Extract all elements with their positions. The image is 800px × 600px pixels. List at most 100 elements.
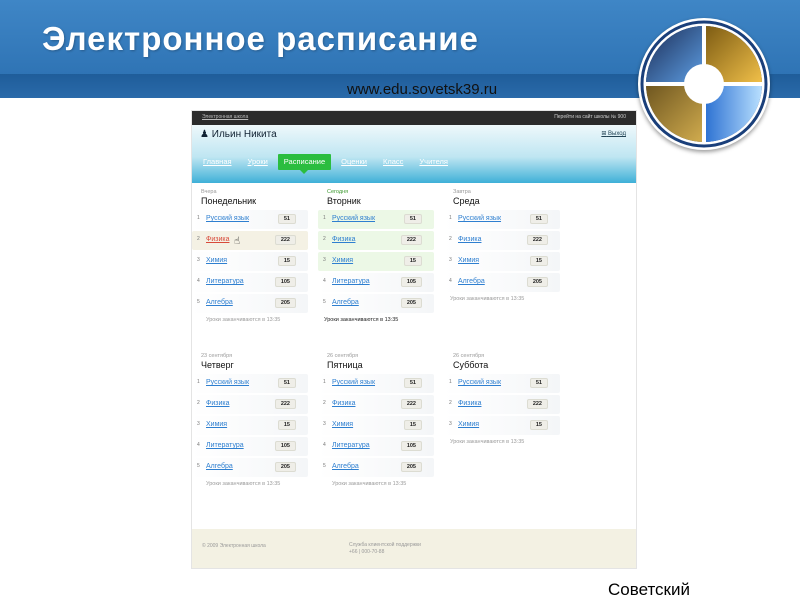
- lesson-row[interactable]: 5 Алгебра 205: [318, 458, 434, 477]
- lesson-subject-link[interactable]: Алгебра: [206, 299, 233, 306]
- lesson-row[interactable]: 4 Литература 105: [192, 437, 308, 456]
- nav-main[interactable]: Главная: [197, 154, 238, 170]
- room-badge: 105: [400, 441, 422, 451]
- lesson-row[interactable]: 1 Русский язык 51: [192, 374, 308, 393]
- lesson-row[interactable]: 5 Алгебра 205: [318, 294, 434, 313]
- lesson-subject-link[interactable]: Физика: [206, 400, 229, 407]
- lesson-subject-link[interactable]: Химия: [458, 421, 479, 428]
- nav-schedule[interactable]: Расписание: [277, 154, 332, 174]
- day-end-note: Уроки заканчиваются в 13:35: [324, 317, 399, 323]
- slide-footer-text: Советский: [608, 580, 690, 599]
- footer-copyright: © 2009 Электронная школа: [202, 543, 266, 549]
- lesson-row[interactable]: 3 Химия 15: [444, 252, 560, 271]
- day-name: Среда: [453, 196, 480, 206]
- lesson-subject-link[interactable]: Алгебра: [332, 299, 359, 306]
- day-date-label: 26 сентября: [327, 353, 359, 359]
- lesson-row[interactable]: 3 Химия 15: [318, 252, 434, 271]
- day-date-label: 23 сентября: [201, 353, 233, 359]
- logout-link[interactable]: ⊞ Выход: [601, 130, 626, 137]
- lesson-subject-link[interactable]: Физика: [332, 236, 355, 243]
- topbar-home-link[interactable]: Электронная школа: [202, 114, 248, 120]
- lesson-subject-link[interactable]: Литература: [332, 442, 370, 449]
- user-icon: ♟: [200, 129, 209, 140]
- lesson-row[interactable]: 5 Алгебра 205: [192, 458, 308, 477]
- lesson-subject-link[interactable]: Русский язык: [332, 379, 375, 386]
- lesson-row[interactable]: 4 Литература 105: [318, 273, 434, 292]
- room-badge: 51: [277, 378, 296, 388]
- lesson-row[interactable]: 1 Русский язык 51: [444, 210, 560, 229]
- lesson-subject-link[interactable]: Физика: [458, 236, 481, 243]
- lesson-row[interactable]: 2 Физика 222: [444, 231, 560, 250]
- day-name: Понедельник: [201, 196, 257, 206]
- nav-lessons[interactable]: Уроки: [242, 154, 274, 170]
- room-badge: 51: [529, 378, 548, 388]
- lesson-subject-link[interactable]: Русский язык: [206, 215, 249, 222]
- lesson-subject-link[interactable]: Химия: [206, 257, 227, 264]
- nav-grades[interactable]: Оценки: [335, 154, 373, 170]
- lesson-row[interactable]: 1 Русский язык 51: [318, 374, 434, 393]
- lesson-subject-link[interactable]: Физика: [332, 400, 355, 407]
- room-badge: 222: [400, 235, 422, 245]
- lesson-subject-link[interactable]: Русский язык: [458, 379, 501, 386]
- lesson-number: 1: [449, 379, 452, 385]
- lesson-subject-link[interactable]: Русский язык: [206, 379, 249, 386]
- lesson-subject-link[interactable]: Химия: [332, 421, 353, 428]
- nav-teachers[interactable]: Учителя: [413, 154, 454, 170]
- lesson-row[interactable]: 1 Русский язык 51: [192, 210, 308, 229]
- lesson-number: 3: [449, 421, 452, 427]
- nav-class[interactable]: Класс: [377, 154, 409, 170]
- lesson-subject-link[interactable]: Литература: [332, 278, 370, 285]
- lesson-number: 4: [323, 442, 326, 448]
- lesson-row[interactable]: 1 Русский язык 51: [318, 210, 434, 229]
- lesson-subject-link[interactable]: Алгебра: [332, 463, 359, 470]
- user-name: ♟ Ильин Никита: [200, 129, 277, 140]
- room-badge: 222: [400, 399, 422, 409]
- school-site-link[interactable]: Перейти на сайт школы № 900: [554, 114, 626, 120]
- lesson-number: 4: [197, 442, 200, 448]
- footer-support-phone: +66 | 000-70-88: [349, 549, 385, 555]
- lesson-row[interactable]: 2 Физика ☝ 222: [192, 231, 308, 250]
- lesson-subject-link[interactable]: Литература: [206, 278, 244, 285]
- room-badge: 51: [529, 214, 548, 224]
- lesson-subject-link[interactable]: Алгебра: [206, 463, 233, 470]
- school-url: www.edu.sovetsk39.ru: [347, 81, 498, 98]
- lesson-subject-link[interactable]: Химия: [458, 257, 479, 264]
- day-column-monday: Вчера Понедельник 1 Русский язык 51 2 Фи…: [192, 189, 308, 323]
- lesson-number: 4: [323, 278, 326, 284]
- lesson-subject-link[interactable]: Русский язык: [332, 215, 375, 222]
- lesson-row[interactable]: 5 Алгебра 205: [192, 294, 308, 313]
- lesson-number: 5: [323, 299, 326, 305]
- lesson-subject-link[interactable]: Русский язык: [458, 215, 501, 222]
- lesson-row[interactable]: 3 Химия 15: [192, 252, 308, 271]
- lesson-row[interactable]: 4 Алгебра 205: [444, 273, 560, 292]
- day-column-friday: 26 сентября Пятница 1 Русский язык 51 2 …: [318, 353, 434, 487]
- lesson-row[interactable]: 4 Литература 105: [318, 437, 434, 456]
- lesson-row[interactable]: 2 Физика 222: [318, 395, 434, 414]
- lesson-subject-link[interactable]: Алгебра: [458, 278, 485, 285]
- lesson-number: 3: [323, 257, 326, 263]
- lesson-subject-link[interactable]: Химия: [206, 421, 227, 428]
- main-nav: Главная Уроки Расписание Оценки Класс Уч…: [197, 154, 458, 174]
- room-badge: 105: [274, 277, 296, 287]
- lesson-subject-link[interactable]: Литература: [206, 442, 244, 449]
- lesson-subject-link[interactable]: Физика: [458, 400, 481, 407]
- day-name: Четверг: [201, 360, 234, 370]
- lesson-row[interactable]: 2 Физика 222: [318, 231, 434, 250]
- room-badge: 205: [400, 298, 422, 308]
- lesson-number: 3: [323, 421, 326, 427]
- lesson-row[interactable]: 2 Физика 222: [192, 395, 308, 414]
- lesson-row[interactable]: 2 Физика 222: [444, 395, 560, 414]
- lesson-subject-link[interactable]: Химия: [332, 257, 353, 264]
- lesson-row[interactable]: 3 Химия 15: [192, 416, 308, 435]
- lesson-row[interactable]: 3 Химия 15: [318, 416, 434, 435]
- day-name: Вторник: [327, 196, 361, 206]
- lesson-subject-link[interactable]: Физика: [206, 236, 229, 243]
- room-badge: 51: [277, 214, 296, 224]
- day-end-note: Уроки заканчиваются в 13:35: [450, 439, 525, 445]
- lesson-row[interactable]: 3 Химия 15: [444, 416, 560, 435]
- room-badge: 222: [526, 399, 548, 409]
- lesson-number: 3: [197, 257, 200, 263]
- lesson-row[interactable]: 4 Литература 105: [192, 273, 308, 292]
- lesson-row[interactable]: 1 Русский язык 51: [444, 374, 560, 393]
- room-badge: 15: [277, 420, 296, 430]
